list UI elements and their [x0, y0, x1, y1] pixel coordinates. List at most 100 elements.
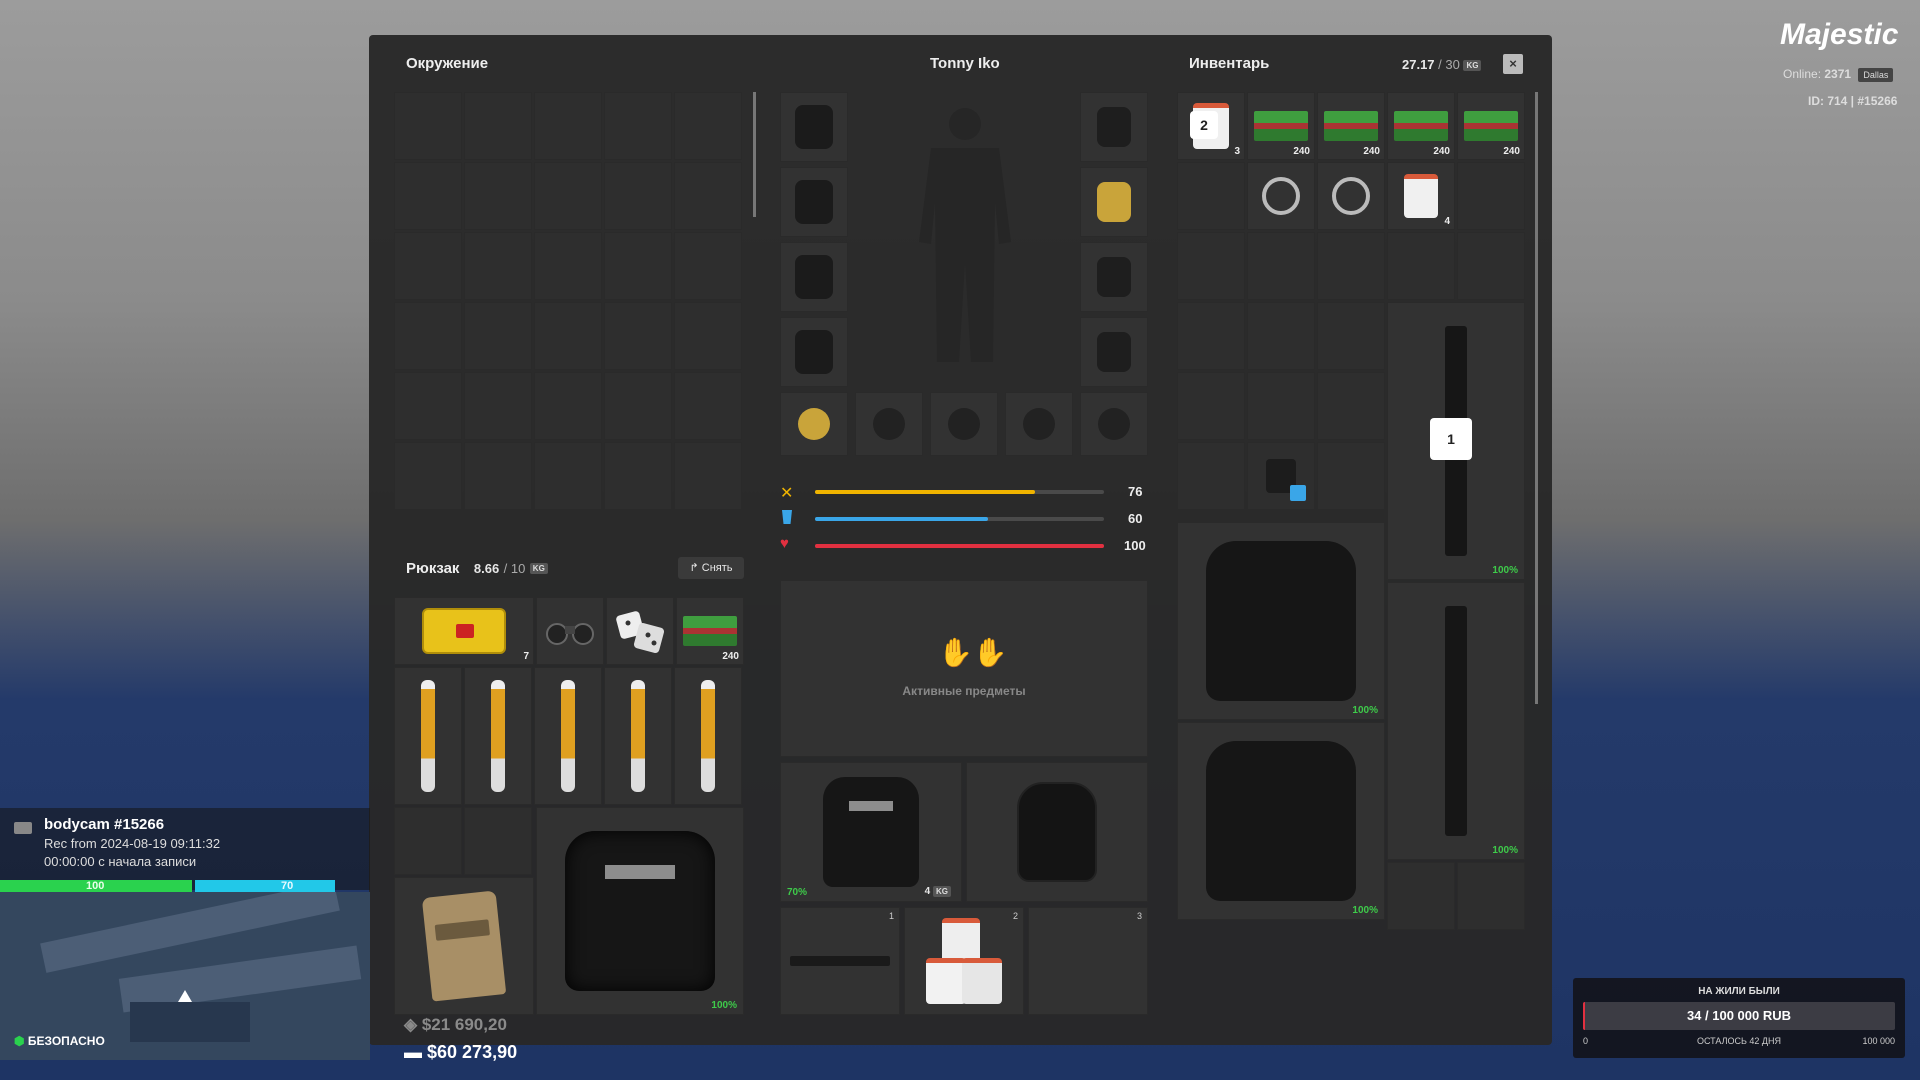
surroundings-slot[interactable] [394, 162, 462, 230]
inventory-slot[interactable] [1457, 862, 1525, 930]
surroundings-slot[interactable] [674, 162, 742, 230]
surroundings-slot[interactable] [604, 302, 672, 370]
inventory-slot[interactable] [1387, 862, 1455, 930]
backpack-slot-ammo[interactable]: 240 [676, 597, 744, 665]
gloves-slot[interactable] [1080, 317, 1148, 387]
backpack-slot-binoculars[interactable] [536, 597, 604, 665]
inventory-slot[interactable] [1177, 302, 1245, 370]
active-items-area[interactable]: ✋✋ Активные предметы [780, 580, 1148, 757]
surroundings-slot[interactable] [464, 372, 532, 440]
shoes-slot[interactable] [1080, 242, 1148, 312]
surroundings-slot[interactable] [604, 162, 672, 230]
surroundings-slot[interactable] [534, 442, 602, 510]
backpack-slot-flare[interactable] [394, 667, 462, 805]
watch-slot[interactable] [780, 392, 848, 456]
surroundings-slot[interactable] [534, 232, 602, 300]
surroundings-slot[interactable] [464, 302, 532, 370]
inventory-slot[interactable]: 240 [1317, 92, 1385, 160]
surroundings-slot[interactable] [674, 442, 742, 510]
glasses-slot[interactable] [1080, 92, 1148, 162]
close-button[interactable]: × [1503, 54, 1523, 74]
torso-slot[interactable] [780, 242, 848, 312]
inventory-slot[interactable] [1317, 302, 1385, 370]
inventory-slot[interactable] [1387, 232, 1455, 300]
equipped-backpack-slot[interactable] [966, 762, 1148, 902]
surroundings-slot[interactable] [604, 92, 672, 160]
online-info: Online: 2371 Dallas [1783, 67, 1894, 82]
surroundings-scrollbar[interactable] [753, 92, 756, 217]
weapon-slot[interactable]: 100% [1387, 582, 1525, 860]
surroundings-slot[interactable] [534, 372, 602, 440]
inventory-slot[interactable] [1177, 372, 1245, 440]
surroundings-slot[interactable] [674, 302, 742, 370]
surroundings-slot[interactable] [394, 302, 462, 370]
inventory-slot[interactable] [1247, 442, 1315, 510]
backpack-slot-dice[interactable] [606, 597, 674, 665]
flare-icon [631, 680, 645, 792]
surroundings-slot[interactable] [534, 92, 602, 160]
backpack-slot-flare[interactable] [464, 667, 532, 805]
inventory-slot[interactable] [1177, 232, 1245, 300]
surroundings-slot[interactable] [394, 92, 462, 160]
badge-slot[interactable] [1080, 167, 1148, 237]
vest-slot[interactable]: 100% [1177, 522, 1385, 720]
quick-slot-2[interactable]: 2 [904, 907, 1024, 1015]
earrings-slot[interactable] [930, 392, 998, 456]
surroundings-slot[interactable] [464, 232, 532, 300]
surroundings-slot[interactable] [394, 232, 462, 300]
surroundings-slot[interactable] [534, 302, 602, 370]
backpack-slot-medkit[interactable]: 7 [394, 597, 534, 665]
inventory-slot[interactable]: 240 [1387, 92, 1455, 160]
inventory-slot[interactable] [1457, 232, 1525, 300]
inventory-slot[interactable] [1457, 162, 1525, 230]
jacket-slot[interactable] [780, 167, 848, 237]
inventory-scrollbar[interactable] [1535, 92, 1538, 704]
bracelet-slot[interactable] [1005, 392, 1073, 456]
surroundings-slot[interactable] [394, 442, 462, 510]
quick-slot-1[interactable]: 1 [780, 907, 900, 1015]
inventory-slot[interactable] [1317, 162, 1385, 230]
inventory-slot[interactable] [1247, 372, 1315, 440]
hat-slot[interactable] [780, 92, 848, 162]
backpack-empty-slot[interactable] [464, 807, 532, 875]
inventory-slot[interactable]: 240 [1457, 92, 1525, 160]
surroundings-slot[interactable] [534, 162, 602, 230]
quick-slot-3[interactable]: 3 [1028, 907, 1148, 1015]
backpack-slot-flare[interactable] [604, 667, 672, 805]
inventory-slot[interactable] [1247, 232, 1315, 300]
inventory-slot[interactable] [1247, 162, 1315, 230]
handcuffs-icon [1332, 177, 1370, 215]
backpack-empty-slot[interactable] [394, 807, 462, 875]
inventory-slot[interactable] [1177, 162, 1245, 230]
equipped-vest-slot[interactable]: 70% 4 KG [780, 762, 962, 902]
pants-slot[interactable] [780, 317, 848, 387]
inventory-slot[interactable]: 4 [1387, 162, 1455, 230]
binoculars-icon [546, 623, 594, 645]
surroundings-slot[interactable] [394, 372, 462, 440]
bag-slot[interactable] [1080, 392, 1148, 456]
surroundings-slot[interactable] [604, 232, 672, 300]
inventory-slot[interactable]: 240 [1247, 92, 1315, 160]
inventory-slot[interactable] [1317, 442, 1385, 510]
surroundings-slot[interactable] [674, 92, 742, 160]
surroundings-slot[interactable] [464, 162, 532, 230]
surroundings-slot[interactable] [464, 442, 532, 510]
surroundings-slot[interactable] [674, 372, 742, 440]
inventory-slot[interactable] [1317, 372, 1385, 440]
inventory-slot[interactable]: 23 [1177, 92, 1245, 160]
weapon-slot[interactable]: 1 100% [1387, 302, 1525, 580]
surroundings-slot[interactable] [604, 372, 672, 440]
remove-backpack-button[interactable]: ↱ Снять [678, 557, 744, 579]
inventory-slot[interactable] [1177, 442, 1245, 510]
surroundings-slot[interactable] [464, 92, 532, 160]
backpack-slot-flare[interactable] [674, 667, 742, 805]
mask-slot[interactable] [855, 392, 923, 456]
surroundings-slot[interactable] [674, 232, 742, 300]
inventory-slot[interactable] [1247, 302, 1315, 370]
inventory-slot[interactable] [1317, 232, 1385, 300]
backpack-slot-vest[interactable]: 100% [536, 807, 744, 1015]
surroundings-slot[interactable] [604, 442, 672, 510]
backpack-slot-flare[interactable] [534, 667, 602, 805]
vest-slot[interactable]: 100% [1177, 722, 1385, 920]
backpack-slot-mre[interactable] [394, 877, 534, 1015]
